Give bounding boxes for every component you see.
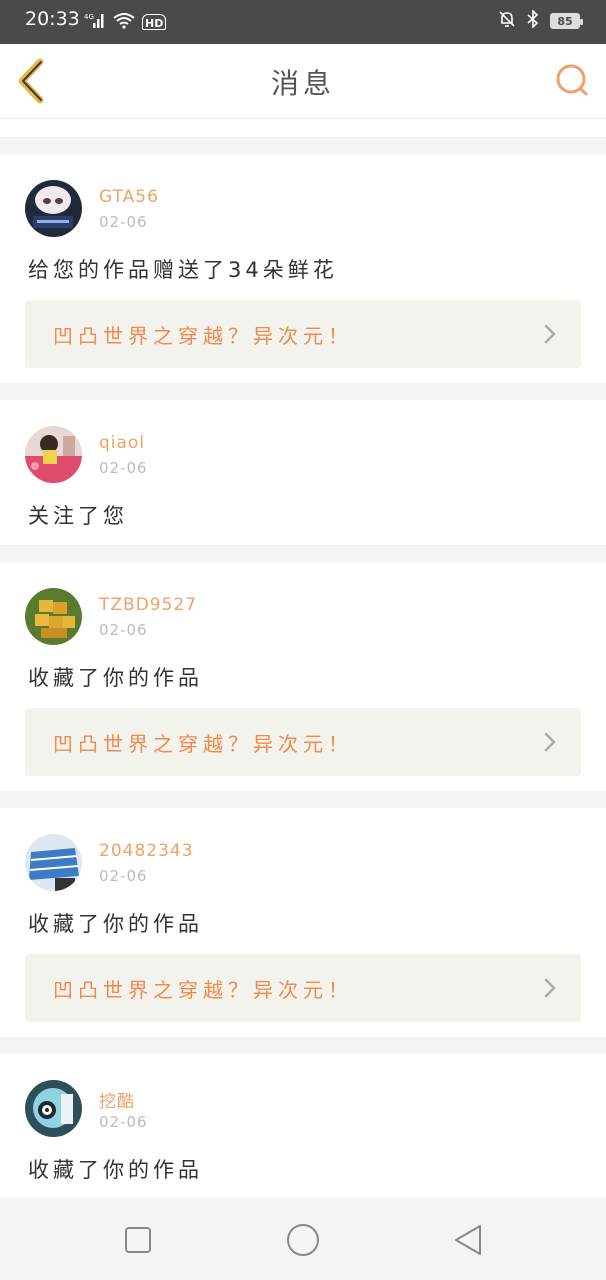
header: 消息 bbox=[0, 44, 606, 119]
username[interactable]: 20482343 bbox=[99, 841, 194, 861]
page-title: 消息 bbox=[270, 67, 335, 100]
chevron-right-icon bbox=[544, 324, 556, 344]
message-text: 收藏了你的作品 bbox=[28, 1158, 203, 1182]
message-card: 挖酷 02-06 收藏了你的作品 bbox=[0, 1054, 606, 1214]
message-date: 02-06 bbox=[99, 867, 148, 885]
message-date: 02-06 bbox=[99, 459, 148, 477]
status-right-icons: 85 bbox=[498, 9, 583, 32]
message-card: GTA56 02-06 给您的作品赠送了34朵鲜花 凹凸世界之穿越？异次元！ bbox=[0, 154, 606, 383]
username[interactable]: TZBD9527 bbox=[99, 595, 197, 615]
battery-icon: 85 bbox=[550, 13, 583, 29]
avatar[interactable] bbox=[25, 588, 82, 645]
work-link[interactable]: 凹凸世界之穿越？异次元！ bbox=[25, 954, 581, 1022]
network-label: 4G bbox=[84, 13, 94, 21]
work-link[interactable]: 凹凸世界之穿越？异次元！ bbox=[25, 300, 581, 368]
message-text: 关注了您 bbox=[28, 504, 128, 528]
message-date: 02-06 bbox=[99, 1113, 148, 1131]
recent-apps-button[interactable] bbox=[118, 1220, 158, 1260]
mute-bell-icon bbox=[498, 10, 516, 32]
circle-icon bbox=[287, 1224, 319, 1256]
message-text: 收藏了你的作品 bbox=[28, 912, 203, 936]
search-icon bbox=[556, 64, 588, 96]
work-title: 凹凸世界之穿越？异次元！ bbox=[53, 978, 353, 1002]
previous-card-edge bbox=[0, 119, 606, 138]
message-list: GTA56 02-06 给您的作品赠送了34朵鲜花 凹凸世界之穿越？异次元！ q… bbox=[0, 154, 606, 1231]
work-title: 凹凸世界之穿越？异次元！ bbox=[53, 324, 353, 348]
avatar[interactable] bbox=[25, 180, 82, 237]
status-bar: 20:33 4G HD 85 bbox=[0, 0, 606, 44]
avatar[interactable] bbox=[25, 834, 82, 891]
message-card: 20482343 02-06 收藏了你的作品 凹凸世界之穿越？异次元！ bbox=[0, 808, 606, 1037]
hd-icon: HD bbox=[142, 14, 167, 30]
message-card: qiaol 02-06 关注了您 bbox=[0, 400, 606, 545]
square-icon bbox=[125, 1227, 151, 1253]
status-time: 20:33 bbox=[25, 8, 80, 30]
message-text: 收藏了你的作品 bbox=[28, 666, 203, 690]
home-button[interactable] bbox=[283, 1220, 323, 1260]
status-left-icons: 4G HD bbox=[84, 11, 167, 33]
nav-back-button[interactable] bbox=[448, 1220, 488, 1260]
username[interactable]: GTA56 bbox=[99, 187, 159, 207]
message-text: 给您的作品赠送了34朵鲜花 bbox=[28, 258, 338, 282]
search-button[interactable] bbox=[554, 62, 590, 98]
message-card: TZBD9527 02-06 收藏了你的作品 凹凸世界之穿越？异次元！ bbox=[0, 562, 606, 791]
wifi-icon bbox=[112, 11, 136, 33]
username[interactable]: qiaol bbox=[99, 433, 145, 453]
triangle-back-icon bbox=[455, 1225, 481, 1255]
bluetooth-icon bbox=[526, 9, 540, 32]
system-nav-bar bbox=[0, 1198, 606, 1280]
chevron-right-icon bbox=[544, 978, 556, 998]
message-date: 02-06 bbox=[99, 213, 148, 231]
avatar[interactable] bbox=[25, 1080, 82, 1137]
signal-icon: 4G bbox=[84, 11, 106, 33]
username[interactable]: 挖酷 bbox=[99, 1087, 135, 1112]
chevron-right-icon bbox=[544, 732, 556, 752]
work-link[interactable]: 凹凸世界之穿越？异次元！ bbox=[25, 708, 581, 776]
avatar[interactable] bbox=[25, 426, 82, 483]
message-date: 02-06 bbox=[99, 621, 148, 639]
work-title: 凹凸世界之穿越？异次元！ bbox=[53, 732, 353, 756]
